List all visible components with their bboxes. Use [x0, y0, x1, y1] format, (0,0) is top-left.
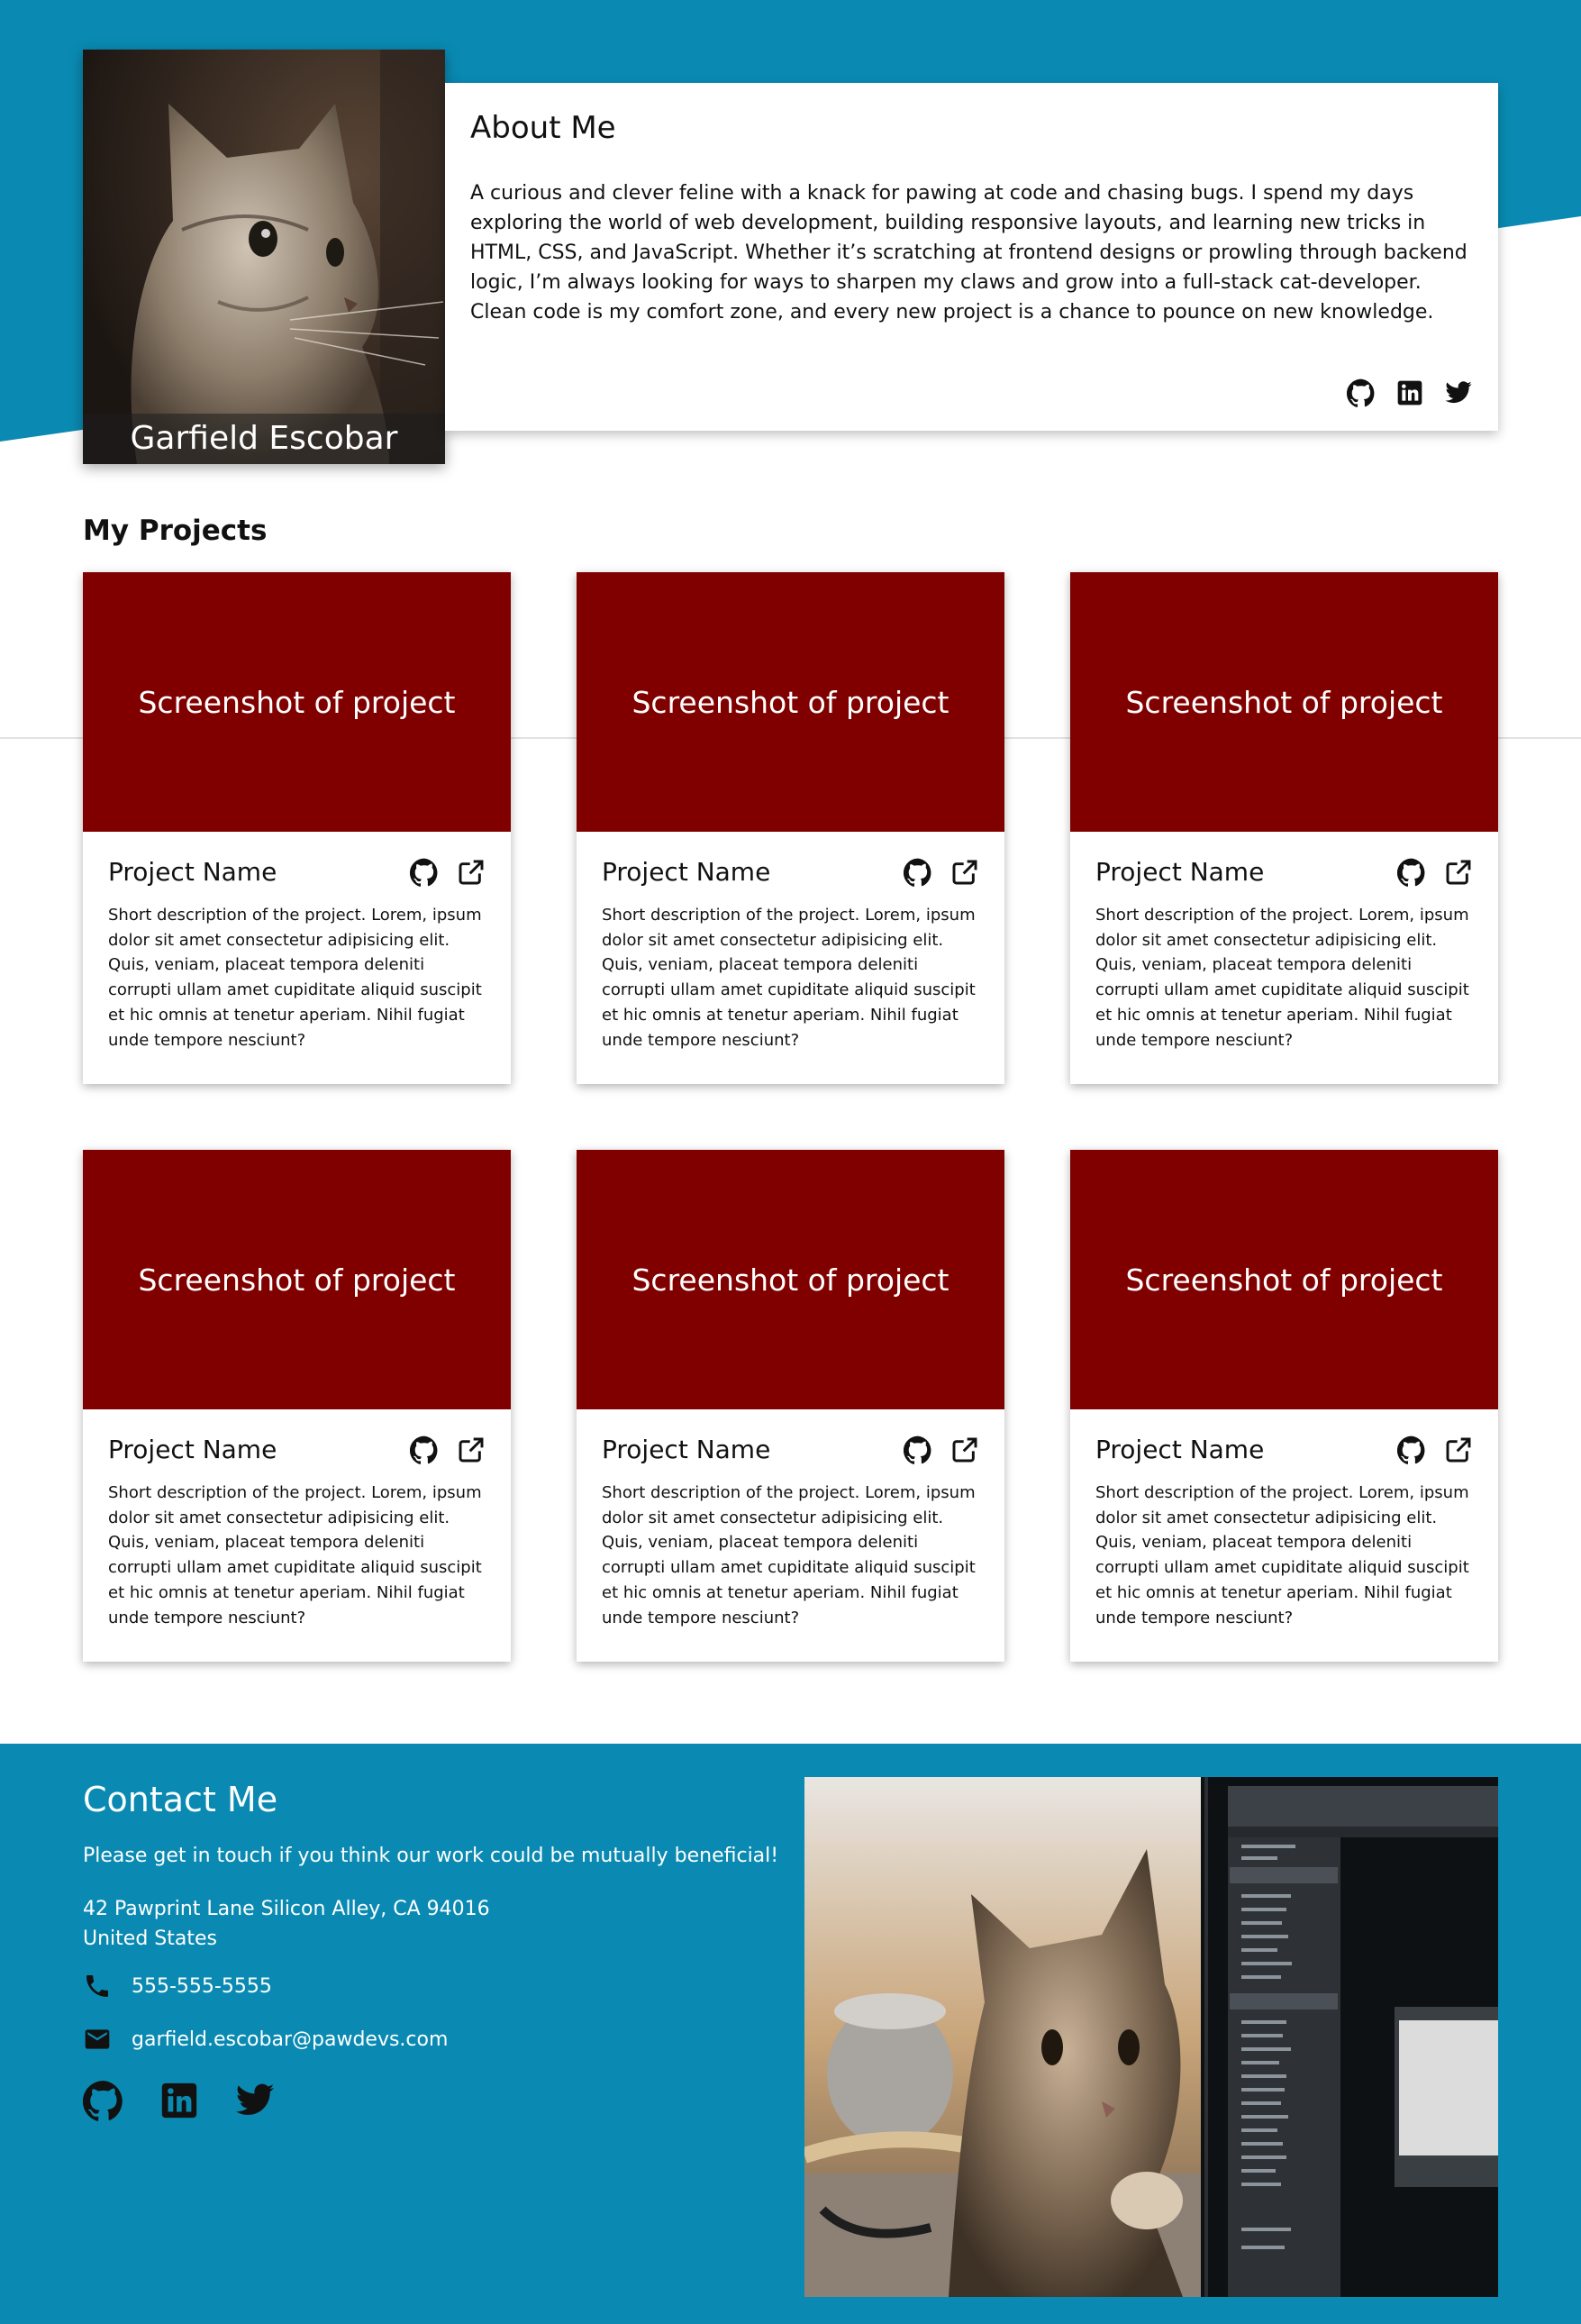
- project-card-body: Project Name Short description of the pro…: [83, 832, 511, 1053]
- project-description: Short description of the project. Lorem,…: [602, 906, 976, 1050]
- project-links: [410, 858, 486, 887]
- profile-card: Garfield Escobar: [83, 50, 445, 464]
- phone-icon: [86, 1975, 108, 1997]
- project-name: Project Name: [602, 857, 771, 887]
- project-description: Short description of the project. Lorem,…: [1095, 906, 1469, 1050]
- github-icon[interactable]: [410, 1435, 439, 1464]
- external-link-icon[interactable]: [950, 858, 979, 887]
- project-card: Screenshot of project Project Name Short d…: [577, 1150, 1004, 1662]
- contact-title: Contact Me: [83, 1780, 278, 1819]
- project-description: Short description of the project. Lorem,…: [1095, 1483, 1469, 1627]
- contact-address: 42 Pawprint Lane Silicon Alley, CA 94016…: [83, 1894, 490, 1954]
- contact-email-row: garfield.escobar@pawdevs.com: [83, 2025, 448, 2054]
- address-line-2: United States: [83, 1928, 217, 1950]
- project-description: Short description of the project. Lorem,…: [602, 1483, 976, 1627]
- project-card: Screenshot of project Project Name Short d…: [1070, 572, 1498, 1084]
- project-card-body: Project Name Short description of the pro…: [577, 1409, 1004, 1630]
- contact-intro: Please get in touch if you think our wor…: [83, 1845, 779, 1867]
- github-icon[interactable]: [83, 2080, 124, 2121]
- external-link-icon[interactable]: [1444, 858, 1473, 887]
- project-card-body: Project Name Short description of the pro…: [1070, 1409, 1498, 1630]
- cat-laptop-photo: [804, 1777, 1498, 2297]
- project-name: Project Name: [108, 857, 277, 887]
- project-links: [410, 1435, 486, 1464]
- project-card-body: Project Name Short description of the pro…: [577, 832, 1004, 1053]
- cat-portrait-image: [83, 50, 445, 464]
- project-screenshot: Screenshot of project: [83, 1150, 511, 1409]
- email-icon: [85, 2029, 110, 2049]
- project-name: Project Name: [1095, 1435, 1265, 1464]
- address-line-1: 42 Pawprint Lane Silicon Alley, CA 94016: [83, 1898, 490, 1920]
- project-name: Project Name: [108, 1435, 277, 1464]
- about-text: A curious and clever feline with a knack…: [470, 182, 1467, 324]
- project-card-body: Project Name Short description of the pro…: [83, 1409, 511, 1630]
- project-card: Screenshot of project Project Name Short d…: [1070, 1150, 1498, 1662]
- project-screenshot: Screenshot of project: [1070, 572, 1498, 832]
- external-link-icon[interactable]: [950, 1435, 979, 1464]
- project-card-header: Project Name: [602, 1435, 979, 1464]
- twitter-icon[interactable]: [1444, 378, 1473, 407]
- project-screenshot: Screenshot of project: [577, 1150, 1004, 1409]
- project-name: Project Name: [1095, 857, 1265, 887]
- about-social-links: [1347, 378, 1473, 407]
- project-name: Project Name: [602, 1435, 771, 1464]
- twitter-icon[interactable]: [234, 2080, 276, 2121]
- project-card: Screenshot of project Project Name Short d…: [83, 572, 511, 1084]
- external-link-icon[interactable]: [457, 1435, 486, 1464]
- project-links: [904, 1435, 979, 1464]
- project-card-header: Project Name: [108, 857, 486, 887]
- contact-phone[interactable]: 555-555-5555: [132, 1975, 272, 1998]
- github-icon[interactable]: [410, 858, 439, 887]
- github-icon[interactable]: [1397, 1435, 1426, 1464]
- project-card-header: Project Name: [108, 1435, 486, 1464]
- project-card-header: Project Name: [1095, 857, 1473, 887]
- github-icon[interactable]: [1397, 858, 1426, 887]
- contact-section: Contact Me Please get in touch if you th…: [0, 1744, 1581, 2324]
- contact-phone-row: 555-555-5555: [83, 1972, 272, 2000]
- project-screenshot: Screenshot of project: [577, 572, 1004, 832]
- contact-email[interactable]: garfield.escobar@pawdevs.com: [132, 2028, 448, 2051]
- github-icon[interactable]: [1347, 378, 1376, 407]
- project-links: [904, 858, 979, 887]
- profile-name: Garfield Escobar: [83, 414, 445, 464]
- project-card-body: Project Name Short description of the pro…: [1070, 832, 1498, 1053]
- projects-title: My Projects: [83, 515, 268, 547]
- project-links: [1397, 858, 1473, 887]
- about-card: About Me A curious and clever feline wit…: [445, 83, 1498, 431]
- project-card-header: Project Name: [602, 857, 979, 887]
- external-link-icon[interactable]: [1444, 1435, 1473, 1464]
- project-card: Screenshot of project Project Name Short d…: [577, 572, 1004, 1084]
- project-description: Short description of the project. Lorem,…: [108, 1483, 482, 1627]
- linkedin-icon[interactable]: [1395, 378, 1424, 407]
- project-card-header: Project Name: [1095, 1435, 1473, 1464]
- github-icon[interactable]: [904, 858, 932, 887]
- project-card: Screenshot of project Project Name Short d…: [83, 1150, 511, 1662]
- project-links: [1397, 1435, 1473, 1464]
- external-link-icon[interactable]: [457, 858, 486, 887]
- project-description: Short description of the project. Lorem,…: [108, 906, 482, 1050]
- contact-social-links: [83, 2080, 276, 2121]
- project-screenshot: Screenshot of project: [1070, 1150, 1498, 1409]
- linkedin-icon[interactable]: [159, 2080, 200, 2121]
- project-screenshot: Screenshot of project: [83, 572, 511, 832]
- about-title: About Me: [470, 110, 616, 146]
- github-icon[interactable]: [904, 1435, 932, 1464]
